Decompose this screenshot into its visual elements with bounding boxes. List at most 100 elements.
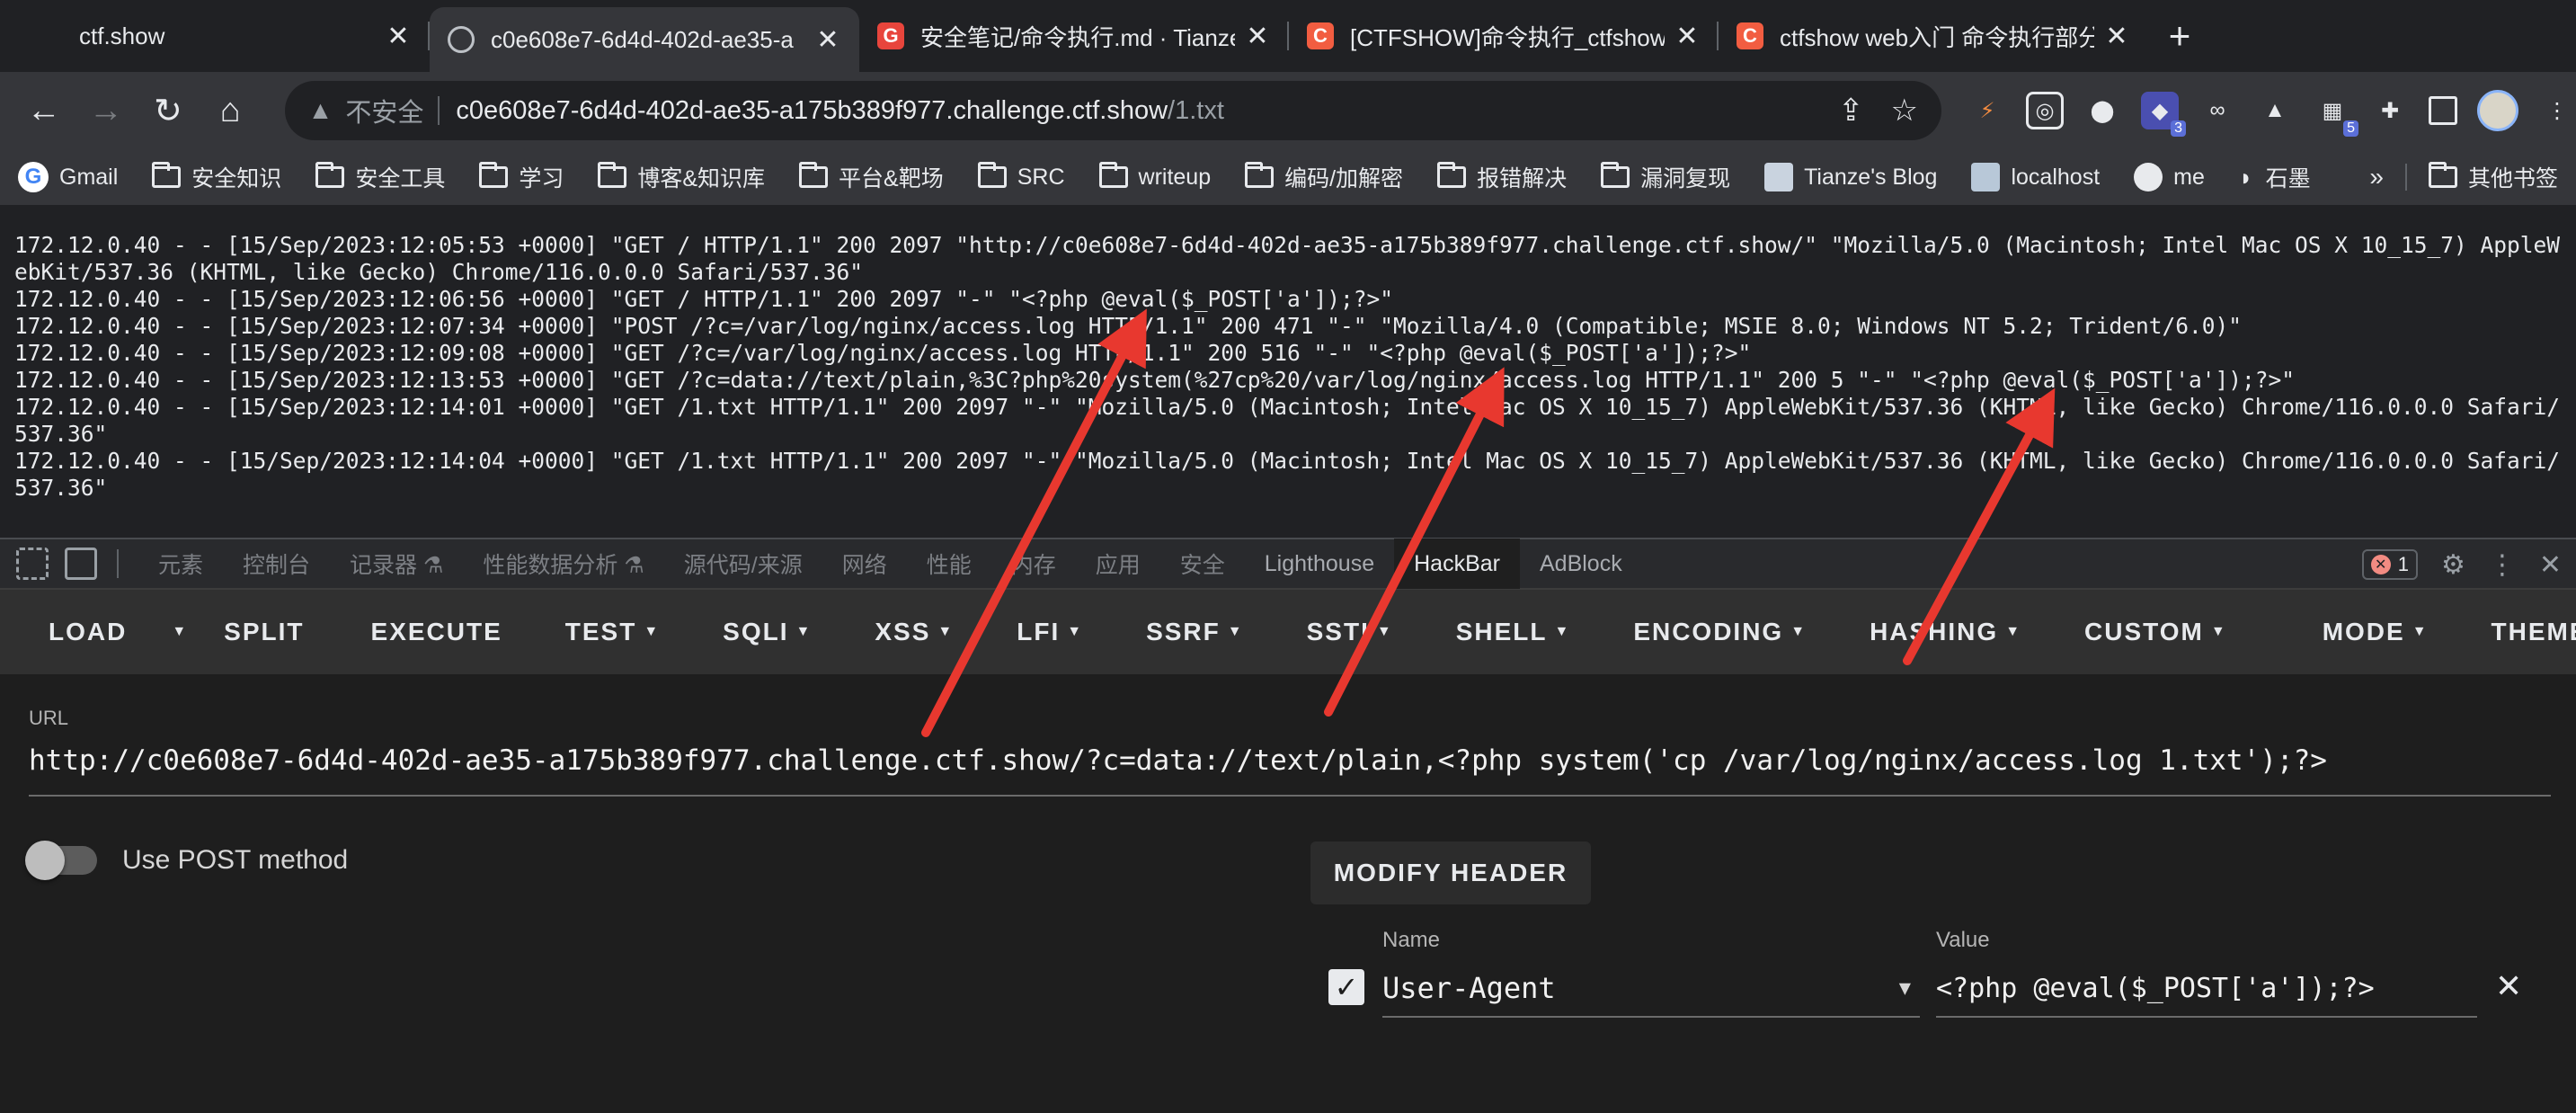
hackbar-load-button[interactable]: LOAD: [49, 618, 127, 646]
bookmark-folder[interactable]: SRC: [977, 162, 1065, 191]
tab-ctfshow[interactable]: ctf.show ✕: [0, 0, 430, 72]
bookmark-blog[interactable]: Tianze's Blog: [1764, 163, 1937, 191]
hackbar-menu: LOAD ▼ SPLIT EXECUTE TEST ▼ SQLI ▼ XSS ▼ LF…: [0, 590, 2576, 674]
devtools-tabbar: 元素 控制台 记录器 ⚗ 性能数据分析 ⚗ 源代码/来源 网络 性能 内存 应用…: [0, 538, 2576, 590]
home-icon[interactable]: ⌂: [204, 85, 255, 137]
mountain-icon[interactable]: ▲: [2256, 92, 2294, 129]
wappalyzer-icon[interactable]: ◎: [2026, 92, 2065, 129]
header-name-select[interactable]: User-Agent ▼: [1382, 960, 1920, 1018]
hackbar-xss-menu[interactable]: XSS ▼: [875, 618, 954, 646]
avatar[interactable]: [2477, 90, 2519, 131]
devtools-tab-recorder[interactable]: 记录器 ⚗: [330, 539, 463, 589]
modify-header-button[interactable]: MODIFY HEADER: [1310, 841, 1591, 904]
hackbar-load-dropdown[interactable]: ▼: [164, 624, 188, 640]
close-devtools-icon[interactable]: ✕: [2539, 549, 2562, 581]
close-icon[interactable]: ✕: [2103, 21, 2130, 52]
record-icon[interactable]: ⬤: [2083, 92, 2121, 129]
tab-title: 安全笔记/命令执行.md · Tianze/: [920, 23, 1235, 51]
bookmark-folder[interactable]: 学习: [479, 161, 564, 193]
bookmark-folder[interactable]: 漏洞复现: [1601, 161, 1730, 193]
side-panel-icon[interactable]: [2429, 96, 2458, 125]
device-toolbar-icon[interactable]: [65, 548, 97, 580]
hackbar-theme-menu[interactable]: THEME▼: [2492, 618, 2576, 646]
forward-icon[interactable]: →: [80, 85, 131, 137]
hackbar-hashing-menu[interactable]: HASHING ▼: [1870, 618, 2021, 646]
hackbar-ssti-menu[interactable]: SSTI ▼: [1307, 618, 1393, 646]
tab-csdn-2[interactable]: C ctfshow web入门 命令执行部分 ✕: [1719, 0, 2148, 72]
bookmark-label: 漏洞复现: [1640, 166, 1731, 191]
hackbar-test-menu[interactable]: TEST ▼: [565, 618, 660, 646]
tab-challenge[interactable]: c0e608e7-6d4d-402d-ae35-a ✕: [430, 7, 859, 72]
bookmark-gmail[interactable]: G Gmail: [18, 162, 118, 192]
csdn-icon: C: [1737, 22, 1763, 49]
hackbar-shell-menu[interactable]: SHELL ▼: [1456, 618, 1571, 646]
devtools-tab-adblock[interactable]: AdBlock: [1520, 539, 1642, 589]
devtools-tab-console[interactable]: 控制台: [223, 539, 330, 589]
bookmark-folder[interactable]: 报错解决: [1437, 161, 1567, 193]
devtools-tab-application[interactable]: 应用: [1076, 539, 1160, 589]
burp-extension-icon[interactable]: ⚡: [1968, 92, 2006, 129]
more-options-icon[interactable]: ⋮: [2489, 549, 2516, 581]
bookmark-other[interactable]: 其他书签: [2428, 161, 2558, 193]
close-icon[interactable]: ✕: [1244, 21, 1271, 52]
bookmark-folder[interactable]: 编码/加解密: [1245, 161, 1403, 193]
error-count-badge[interactable]: ✕ 1: [2361, 549, 2418, 580]
devtools-tab-elements[interactable]: 元素: [138, 539, 223, 589]
more-bookmarks-chevron[interactable]: »: [2369, 163, 2384, 191]
devtools-tab-performance-insights[interactable]: 性能数据分析 ⚗: [463, 539, 663, 589]
inspect-element-icon[interactable]: [16, 548, 49, 580]
extensions-puzzle-icon[interactable]: ✚: [2371, 92, 2409, 129]
devtools-tab-sources[interactable]: 源代码/来源: [664, 539, 822, 589]
caret-down-icon: ▼: [1554, 624, 1571, 639]
bookmark-folder[interactable]: 博客&知识库: [598, 161, 765, 193]
remove-header-icon[interactable]: ✕: [2495, 967, 2522, 1005]
menu-label: THEME: [2491, 618, 2576, 646]
address-bar[interactable]: ▲ 不安全 c0e608e7-6d4d-402d-ae35-a175b389f9…: [284, 81, 1942, 140]
bookmark-star-icon[interactable]: ☆: [1891, 93, 1918, 129]
hackbar-custom-menu[interactable]: CUSTOM ▼: [2084, 618, 2227, 646]
hackbar-encoding-menu[interactable]: ENCODING ▼: [1633, 618, 1807, 646]
glasses-icon[interactable]: ∞: [2198, 92, 2236, 129]
tab-title: ctf.show: [79, 22, 165, 49]
bookmark-folder[interactable]: 安全知识: [152, 161, 281, 193]
hackbar-execute-button[interactable]: EXECUTE: [371, 618, 502, 646]
hackbar-extension-icon[interactable]: ◆ 3: [2141, 92, 2187, 137]
devtools-tab-hackbar[interactable]: HackBar: [1394, 539, 1520, 589]
close-icon[interactable]: ✕: [385, 21, 412, 52]
hackbar-url-input[interactable]: http://c0e608e7-6d4d-402d-ae35-a175b389f…: [29, 744, 2551, 797]
close-icon[interactable]: ✕: [814, 24, 841, 56]
bookmark-folder[interactable]: 平台&靶场: [799, 161, 944, 193]
tab-title: c0e608e7-6d4d-402d-ae35-a: [491, 25, 794, 53]
hackbar-mode-menu[interactable]: MODE ▼: [2323, 618, 2429, 646]
reload-icon[interactable]: ↻: [142, 85, 193, 137]
header-value-input[interactable]: <?php @eval($_POST['a']);?>: [1936, 960, 2477, 1018]
back-icon[interactable]: ←: [18, 85, 69, 137]
calendar-extension-icon[interactable]: ▦ 5: [2314, 92, 2359, 137]
hackbar-lfi-menu[interactable]: LFI ▼: [1017, 618, 1083, 646]
hackbar-sqli-menu[interactable]: SQLI ▼: [723, 618, 812, 646]
bookmark-github[interactable]: me: [2134, 163, 2205, 191]
settings-gear-icon[interactable]: ⚙: [2441, 549, 2465, 581]
bookmark-shimo[interactable]: ◗ 石墨: [2239, 161, 2311, 193]
header-enabled-checkbox[interactable]: ✓: [1328, 969, 1364, 1005]
menu-label: EXECUTE: [370, 618, 502, 646]
post-method-toggle[interactable]: [25, 841, 97, 880]
hackbar-ssrf-menu[interactable]: SSRF ▼: [1146, 618, 1244, 646]
menu-kebab-icon[interactable]: ⋮: [2538, 92, 2576, 129]
new-tab-button[interactable]: +: [2148, 0, 2211, 72]
tab-csdn-1[interactable]: C [CTFSHOW]命令执行_ctfshow ✕: [1289, 0, 1719, 72]
bookmark-localhost[interactable]: localhost: [1971, 163, 2100, 191]
share-icon[interactable]: ⇪: [1838, 93, 1864, 129]
extension-badge: 5: [2343, 120, 2359, 137]
hackbar-split-button[interactable]: SPLIT: [224, 618, 304, 646]
devtools-tab-network[interactable]: 网络: [822, 539, 907, 589]
bookmark-folder[interactable]: writeup: [1098, 162, 1211, 191]
caret-down-icon: ▼: [1790, 624, 1808, 639]
close-icon[interactable]: ✕: [1674, 21, 1701, 52]
devtools-tab-lighthouse[interactable]: Lighthouse: [1245, 539, 1394, 589]
devtools-tab-security[interactable]: 安全: [1160, 539, 1245, 589]
tab-gitee-note[interactable]: G 安全笔记/命令执行.md · Tianze/ ✕: [859, 0, 1289, 72]
bookmark-folder[interactable]: 安全工具: [315, 161, 445, 193]
devtools-tab-performance[interactable]: 性能: [907, 539, 991, 589]
devtools-tab-memory[interactable]: 内存: [991, 539, 1076, 589]
